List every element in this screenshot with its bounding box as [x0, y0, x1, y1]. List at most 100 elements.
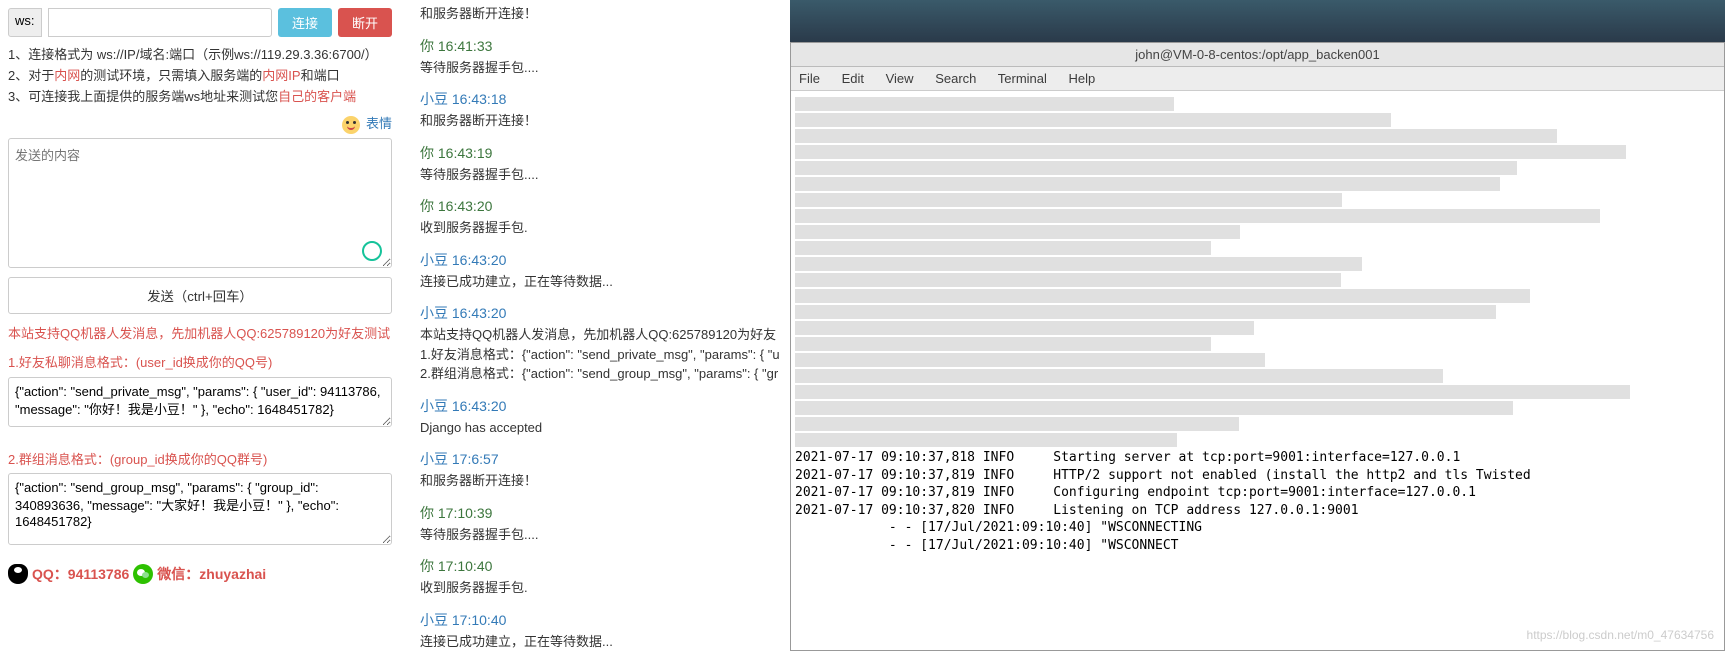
log-entry: 和服务器断开连接！ [420, 4, 782, 24]
log-body: 和服务器断开连接！ [420, 111, 782, 131]
log-title: 小豆 16:43:20 [420, 396, 782, 416]
emoji-link[interactable]: 表情 [366, 116, 392, 131]
terminal-window: john@VM-0-8-centos:/opt/app_backen001 Fi… [790, 42, 1725, 651]
terminal-title: john@VM-0-8-centos:/opt/app_backen001 [791, 43, 1724, 67]
redacted-line [795, 177, 1500, 191]
terminal-line: 2021-07-17 09:10:37,820 INFO Listening o… [795, 502, 1720, 520]
terminal-line: - - [17/Jul/2021:09:10:40] "WSCONNECT [795, 537, 1720, 555]
log-body: 等待服务器握手包.... [420, 165, 782, 185]
example-group[interactable]: {"action": "send_group_msg", "params": {… [8, 473, 392, 545]
log-entry: 你 16:41:33等待服务器握手包.... [420, 36, 782, 78]
instruction-1: 1、连接格式为 ws://IP/域名:端口（示例ws://119.29.3.36… [8, 45, 392, 66]
terminal-line: 2021-07-17 09:10:37,819 INFO HTTP/2 supp… [795, 467, 1720, 485]
log-title: 小豆 16:43:20 [420, 250, 782, 270]
redacted-line [795, 289, 1530, 303]
log-entry: 你 16:43:20收到服务器握手包. [420, 196, 782, 238]
log-title: 你 17:10:39 [420, 503, 782, 523]
redacted-line [795, 321, 1254, 335]
text: 和端口 [301, 68, 340, 83]
log-body: 本站支持QQ机器人发消息，先加机器人QQ:625789120为好友 1.好友消息… [420, 325, 782, 384]
log-body: 收到服务器握手包. [420, 578, 782, 598]
connect-button[interactable]: 连接 [278, 8, 332, 37]
log-entry: 你 16:43:19等待服务器握手包.... [420, 143, 782, 185]
smile-icon[interactable] [342, 116, 360, 134]
message-wrapper [8, 138, 392, 271]
redacted-line [795, 113, 1391, 127]
redacted-line [795, 353, 1265, 367]
text-red: 内网IP [262, 68, 300, 83]
divider [400, 0, 412, 651]
menu-help[interactable]: Help [1069, 71, 1096, 86]
terminal-line: 2021-07-17 09:10:37,819 INFO Configuring… [795, 484, 1720, 502]
redacted-line [795, 241, 1211, 255]
send-button[interactable]: 发送（ctrl+回车） [8, 277, 392, 314]
menu-edit[interactable]: Edit [842, 71, 864, 86]
message-input[interactable] [8, 138, 392, 268]
log-title: 你 16:43:19 [420, 143, 782, 163]
redacted-line [795, 97, 1174, 111]
terminal-line: - - [17/Jul/2021:09:10:40] "WSCONNECTING [795, 519, 1720, 537]
log-title: 小豆 17:10:40 [420, 610, 782, 630]
ws-url-input[interactable] [48, 8, 272, 37]
websocket-tester-panel: ws: 连接 断开 1、连接格式为 ws://IP/域名:端口（示例ws://1… [0, 0, 400, 651]
contact-qq: QQ：94113786 [32, 564, 129, 584]
log-entry: 你 17:10:40收到服务器握手包. [420, 556, 782, 598]
menu-terminal[interactable]: Terminal [998, 71, 1047, 86]
redacted-line [795, 225, 1240, 239]
log-entry: 小豆 16:43:20连接已成功建立，正在等待数据... [420, 250, 782, 292]
menu-view[interactable]: View [886, 71, 914, 86]
contact-wx: 微信：zhuyazhai [157, 564, 266, 584]
emoji-row: 表情 [8, 113, 392, 133]
log-body: 连接已成功建立，正在等待数据... [420, 272, 782, 292]
log-body: 收到服务器握手包. [420, 218, 782, 238]
log-panel: 和服务器断开连接！ 你 16:41:33等待服务器握手包.... 小豆 16:43:… [412, 0, 790, 651]
text-red: 自己的客户端 [278, 89, 356, 104]
menu-file[interactable]: File [799, 71, 820, 86]
terminal-panel: john@VM-0-8-centos:/opt/app_backen001 Fi… [790, 0, 1725, 651]
log-entry: 小豆 17:6:57和服务器断开连接！ [420, 449, 782, 491]
redacted-line [795, 273, 1341, 287]
log-entry: 小豆 17:10:40 连接已成功建立，正在等待数据... [420, 610, 782, 651]
log-body: 等待服务器握手包.... [420, 58, 782, 78]
redacted-line [795, 433, 1177, 447]
redacted-line [795, 129, 1557, 143]
notice-title: 本站支持QQ机器人发消息，先加机器人QQ:625789120为好友测试 [8, 324, 392, 344]
log-title: 小豆 16:43:20 [420, 303, 782, 323]
ws-url-row: ws: 连接 断开 [8, 8, 392, 37]
log-entry: 小豆 16:43:18和服务器断开连接！ [420, 89, 782, 131]
redacted-line [795, 161, 1517, 175]
grammarly-icon[interactable] [362, 241, 382, 261]
instructions: 1、连接格式为 ws://IP/域名:端口（示例ws://119.29.3.36… [8, 45, 392, 107]
redacted-line [795, 401, 1513, 415]
log-body: 和服务器断开连接！ [420, 4, 782, 24]
terminal-content[interactable]: 2021-07-17 09:10:37,818 INFO Starting se… [791, 91, 1724, 650]
log-title: 小豆 16:43:18 [420, 89, 782, 109]
redacted-line [795, 209, 1600, 223]
contact-row: QQ：94113786 微信：zhuyazhai [8, 564, 392, 584]
terminal-menu: File Edit View Search Terminal Help [791, 67, 1724, 91]
log-body: 连接已成功建立，正在等待数据... [420, 632, 782, 651]
log-entry: 小豆 16:43:20本站支持QQ机器人发消息，先加机器人QQ:62578912… [420, 303, 782, 384]
wechat-icon [133, 564, 153, 584]
redacted-line [795, 385, 1630, 399]
text: 的测试环境，只需填入服务端的 [80, 68, 262, 83]
redacted-line [795, 257, 1362, 271]
text: 2、对于 [8, 68, 54, 83]
log-title: 小豆 17:6:57 [420, 449, 782, 469]
log-body: Django has accepted [420, 418, 782, 438]
redacted-line [795, 305, 1496, 319]
redacted-line [795, 369, 1443, 383]
log-title: 你 17:10:40 [420, 556, 782, 576]
instruction-3: 3、可连接我上面提供的服务端ws地址来测试您自己的客户端 [8, 87, 392, 108]
qq-icon [8, 564, 28, 584]
watermark: https://blog.csdn.net/m0_47634756 [1527, 628, 1714, 642]
desktop-bg [790, 0, 1725, 42]
log-entry: 你 17:10:39等待服务器握手包.... [420, 503, 782, 545]
redacted-line [795, 417, 1239, 431]
redacted-line [795, 337, 1211, 351]
menu-search[interactable]: Search [935, 71, 976, 86]
instruction-2: 2、对于内网的测试环境，只需填入服务端的内网IP和端口 [8, 66, 392, 87]
redacted-line [795, 145, 1626, 159]
example-private[interactable]: {"action": "send_private_msg", "params":… [8, 377, 392, 427]
disconnect-button[interactable]: 断开 [338, 8, 392, 37]
